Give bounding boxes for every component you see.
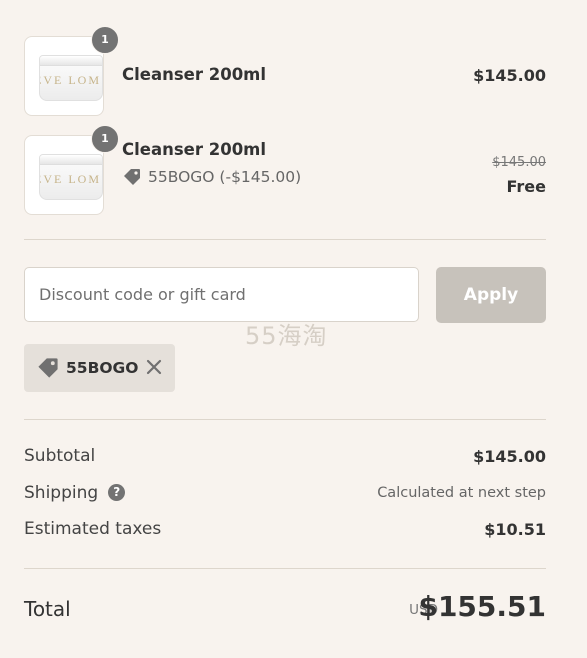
divider bbox=[24, 419, 546, 420]
divider bbox=[24, 568, 546, 569]
product-image: EVE LOM bbox=[39, 55, 103, 101]
line-item: EVE LOM 1 Cleanser 200ml 55BOGO (-$145.0… bbox=[24, 125, 547, 215]
taxes-value: $10.51 bbox=[484, 520, 546, 539]
original-price: $145.00 bbox=[492, 155, 546, 170]
item-discount: 55BOGO (-$145.00) bbox=[122, 167, 301, 187]
product-thumbnail: EVE LOM 1 bbox=[24, 125, 119, 215]
product-name: Cleanser 200ml bbox=[122, 65, 267, 84]
quantity-badge: 1 bbox=[91, 26, 119, 54]
subtotal-label: Subtotal bbox=[24, 446, 96, 466]
product-price: $145.00 bbox=[473, 66, 546, 85]
help-icon[interactable]: ? bbox=[108, 484, 126, 501]
quantity-badge: 1 bbox=[91, 125, 119, 153]
brand-mark: EVE LOM bbox=[39, 172, 101, 186]
shipping-label: Shipping bbox=[24, 483, 99, 503]
line-item: EVE LOM 1 Cleanser 200ml $145.00 bbox=[24, 26, 546, 116]
brand-mark: EVE LOM bbox=[39, 73, 101, 87]
apply-button[interactable]: Apply bbox=[436, 267, 546, 323]
total-label: Total bbox=[24, 597, 71, 621]
tag-icon bbox=[124, 169, 140, 185]
close-icon[interactable] bbox=[143, 356, 165, 378]
taxes-label: Estimated taxes bbox=[24, 519, 162, 539]
product-price: Free bbox=[506, 177, 547, 196]
product-thumbnail: EVE LOM 1 bbox=[24, 26, 119, 116]
applied-discount-chip: 55BOGO bbox=[24, 344, 175, 392]
total-value: $155.51 bbox=[418, 590, 546, 623]
product-name: Cleanser 200ml bbox=[122, 140, 267, 159]
item-discount-text: 55BOGO (-$145.00) bbox=[148, 168, 302, 186]
product-image: EVE LOM bbox=[39, 154, 103, 200]
tag-icon bbox=[38, 358, 58, 378]
divider bbox=[24, 239, 546, 240]
applied-code: 55BOGO bbox=[66, 359, 139, 377]
subtotal-value: $145.00 bbox=[473, 447, 546, 466]
shipping-label-row: Shipping? bbox=[24, 483, 126, 503]
shipping-value: Calculated at next step bbox=[377, 485, 546, 501]
discount-code-input[interactable] bbox=[24, 267, 419, 322]
